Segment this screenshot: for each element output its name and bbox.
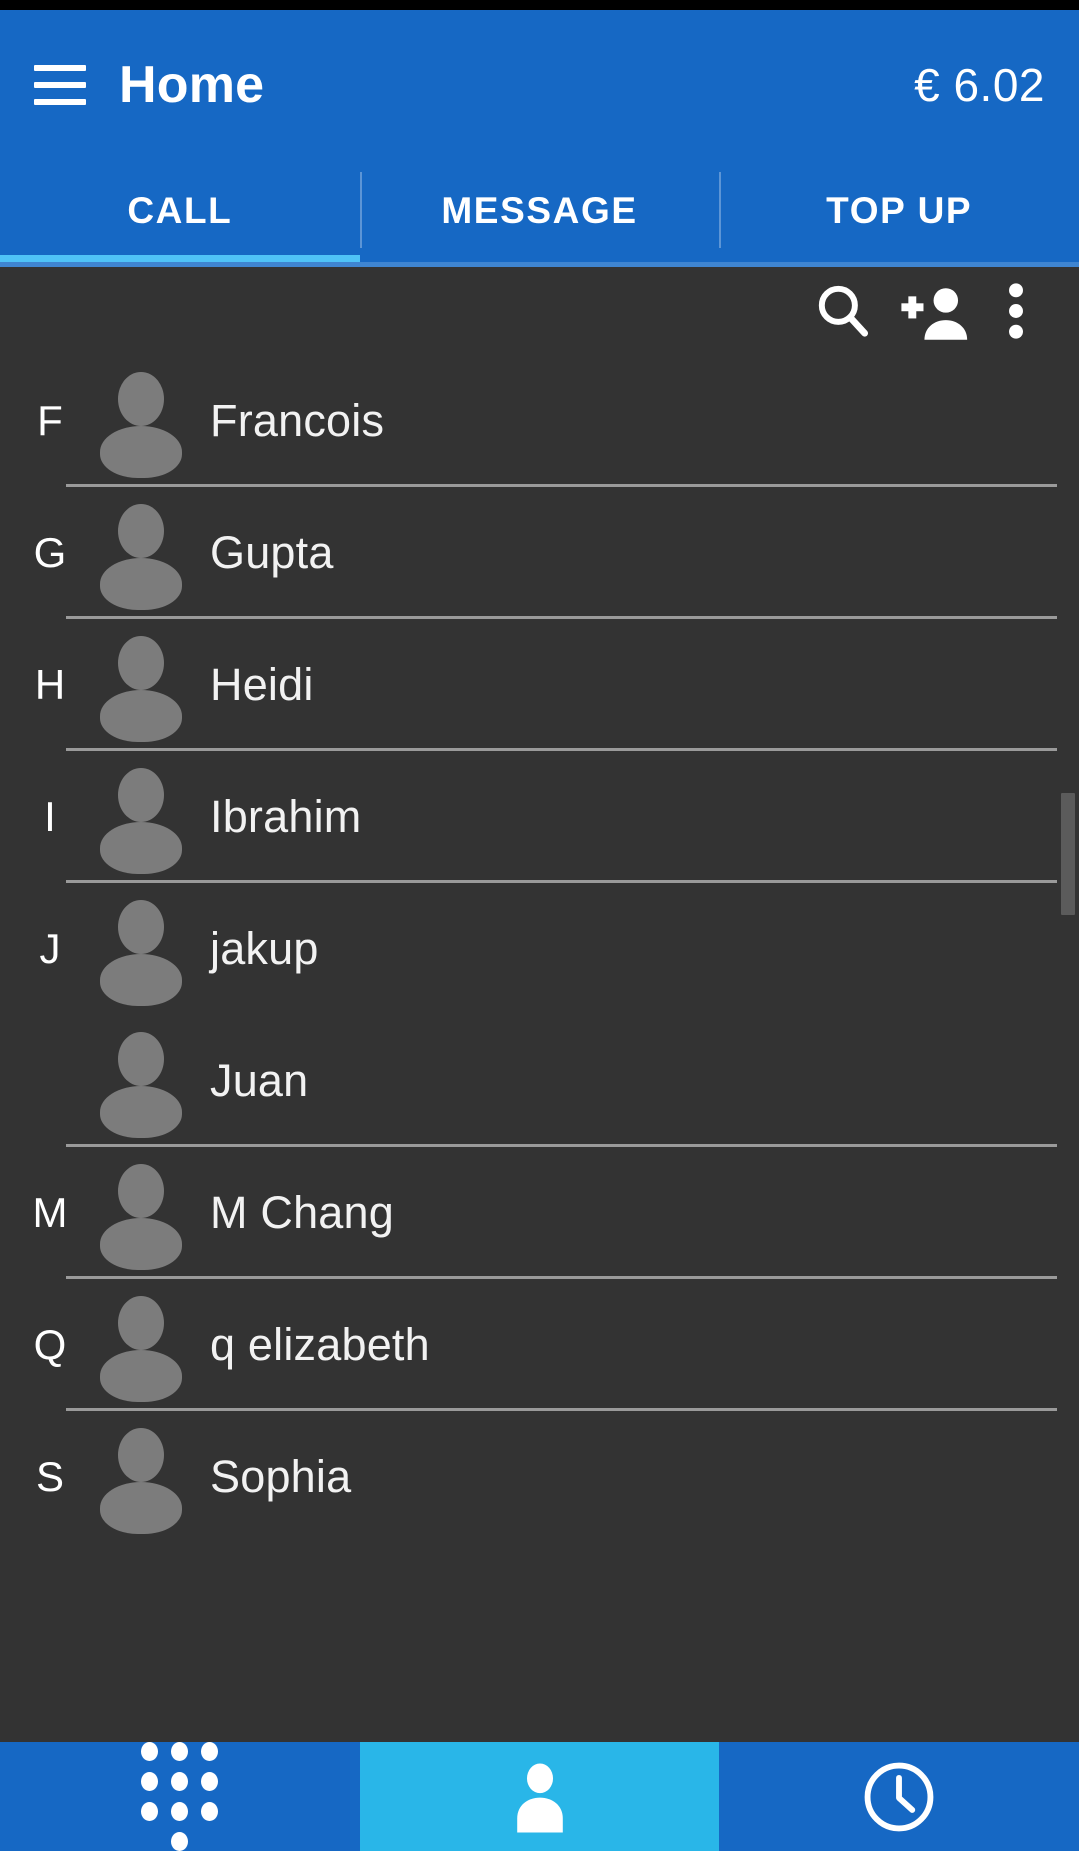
dialpad-dot [201,1802,219,1821]
contact-name: q elizabeth [210,1319,430,1370]
list-scrollbar[interactable] [1061,793,1075,915]
search-button[interactable] [797,267,889,355]
dialpad-dot [141,1742,159,1761]
avatar [100,1292,182,1402]
contact-name: M Chang [210,1187,394,1238]
avatar-body [100,954,182,1006]
avatar-body [100,558,182,610]
avatar [100,500,182,610]
nav-contacts[interactable] [359,1742,720,1851]
dialpad-dot [171,1832,189,1851]
contact-row-heidi[interactable]: H Heidi [0,619,1079,751]
contact-row-ibrahim[interactable]: I Ibrahim [0,751,1079,883]
tab-call[interactable]: CALL [0,160,360,262]
section-letter: G [33,529,67,576]
account-balance: € 6.02 [914,59,1045,111]
overflow-menu-button[interactable] [981,267,1051,355]
dialpad-dot [171,1742,189,1761]
avatar-head [118,900,164,954]
nav-dialpad[interactable] [0,1742,360,1851]
contact-row-juan[interactable]: Juan [0,1015,1079,1147]
contact-name: Sophia [210,1451,352,1502]
contact-name: Juan [210,1055,309,1106]
contacts-toolbar [0,267,1079,355]
avatar [100,1160,182,1270]
tab-message[interactable]: MESSAGE [359,160,720,262]
contacts-person-icon [504,1760,576,1834]
dialpad-dot [171,1772,189,1791]
dialpad-dot [201,1772,219,1791]
app-root: Home € 6.02 CALL MESSAGE TOP UP F Franco… [0,0,1079,1851]
avatar-body [100,1482,182,1534]
contact-row-jakup[interactable]: J jakup [0,883,1079,1015]
tab-active-indicator [0,255,360,262]
avatar [100,896,182,1006]
avatar-head [118,1032,164,1086]
section-letter: M [32,1189,68,1236]
contact-row-gupta[interactable]: G Gupta [0,487,1079,619]
avatar-body [100,426,182,478]
section-letter: I [44,793,56,840]
avatar-head [118,372,164,426]
hamburger-bar [34,99,86,105]
add-person-icon [899,280,971,342]
tab-topup-label: TOP UP [826,190,973,231]
avatar-body [100,1218,182,1270]
avatar [100,764,182,874]
contact-name: jakup [210,923,319,974]
tab-call-label: CALL [127,190,233,231]
hamburger-bar [34,82,86,88]
avatar [100,1028,182,1138]
tab-bar: CALL MESSAGE TOP UP [0,160,1079,262]
dialpad-icon [141,1742,219,1851]
avatar-body [100,822,182,874]
contact-name: Francois [210,395,385,446]
section-letter: Q [33,1321,67,1368]
avatar-head [118,504,164,558]
tab-message-label: MESSAGE [441,190,638,231]
hamburger-bar [34,65,86,71]
avatar-head [118,636,164,690]
avatar [100,368,182,478]
contact-row-m-chang[interactable]: M M Chang [0,1147,1079,1279]
contacts-panel: F Francois G Gupta H Heidi I Ibrahim J j… [0,267,1079,1742]
contact-name: Gupta [210,527,334,578]
tab-topup[interactable]: TOP UP [719,160,1079,262]
section-letter: J [39,925,61,972]
section-letter: S [35,1453,64,1500]
section-letter: F [37,397,63,444]
contact-row-q-elizabeth[interactable]: Q q elizabeth [0,1279,1079,1411]
bottom-navigation [0,1742,1079,1851]
add-contact-button[interactable] [889,267,981,355]
nav-recents[interactable] [719,1742,1079,1851]
dialpad-dot [141,1802,159,1821]
dialpad-dot [171,1802,189,1821]
contacts-list[interactable]: F Francois G Gupta H Heidi I Ibrahim J j… [0,355,1079,1742]
app-header: Home € 6.02 [0,10,1079,160]
avatar-body [100,1350,182,1402]
avatar [100,1424,182,1534]
avatar-body [100,1086,182,1138]
section-letter: H [34,661,66,708]
page-title: Home [119,56,265,114]
avatar-head [118,1164,164,1218]
dialpad-dot [201,1742,219,1761]
contact-name: Ibrahim [210,791,362,842]
dialpad-dot [141,1772,159,1791]
search-icon [812,280,874,342]
more-vertical-icon [1007,280,1025,342]
recents-clock-icon [862,1760,936,1834]
avatar-body [100,690,182,742]
avatar-head [118,768,164,822]
avatar-head [118,1428,164,1482]
contact-name: Heidi [210,659,314,710]
avatar-head [118,1296,164,1350]
avatar [100,632,182,742]
contact-row-sophia[interactable]: S Sophia [0,1411,1079,1543]
status-bar [0,0,1079,10]
contact-row-francois[interactable]: F Francois [0,355,1079,487]
hamburger-menu-icon[interactable] [34,65,86,105]
